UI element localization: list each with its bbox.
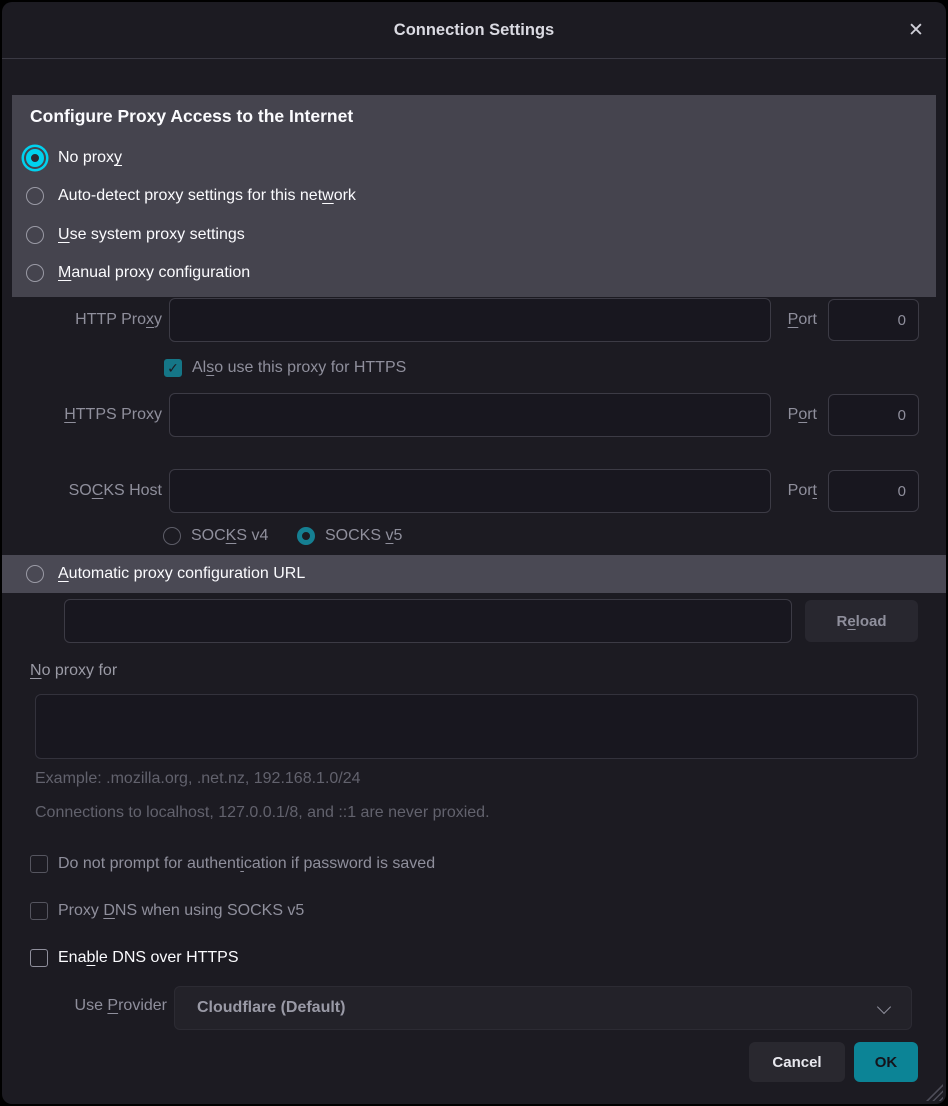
dialog-titlebar: Connection Settings ✕	[2, 2, 946, 59]
checkbox-icon: ✓	[30, 949, 48, 967]
http-port-label: Port	[788, 311, 817, 329]
radio-auto-detect[interactable]: Auto-detect proxy settings for this netw…	[26, 184, 356, 208]
connection-settings-dialog: Connection Settings ✕ Configure Proxy Ac…	[2, 2, 946, 1104]
radio-selected-icon	[26, 149, 44, 167]
socks-port-input[interactable]	[828, 470, 919, 512]
checkbox-icon: ✓	[30, 902, 48, 920]
no-proxy-for-textarea[interactable]	[35, 694, 918, 759]
use-provider-label: Use Provider	[30, 997, 167, 1015]
checkbox-no-prompt-auth[interactable]: ✓ Do not prompt for authentication if pa…	[30, 852, 435, 876]
radio-icon	[26, 264, 44, 282]
radio-auto-url-label: Automatic proxy configuration URL	[58, 565, 305, 583]
socks-host-row: SOCKS Host Port	[30, 469, 919, 513]
https-proxy-row: HTTPS Proxy Port	[30, 393, 919, 437]
checkbox-proxy-dns-label: Proxy DNS when using SOCKS v5	[58, 902, 304, 920]
radio-icon	[26, 187, 44, 205]
socks-host-input[interactable]	[169, 469, 771, 513]
ok-button[interactable]: OK	[854, 1042, 918, 1082]
checkbox-proxy-dns[interactable]: ✓ Proxy DNS when using SOCKS v5	[30, 899, 304, 923]
radio-manual-label: Manual proxy configuration	[58, 264, 250, 282]
http-port-input[interactable]	[828, 299, 919, 341]
no-proxy-example-text: Example: .mozilla.org, .net.nz, 192.168.…	[35, 770, 361, 788]
provider-selected-value: Cloudflare (Default)	[197, 999, 345, 1017]
close-icon[interactable]: ✕	[902, 16, 930, 44]
radio-auto-detect-label: Auto-detect proxy settings for this netw…	[58, 187, 356, 205]
radio-socks-v4-label[interactable]: SOCKS v4	[191, 527, 271, 545]
cancel-button[interactable]: Cancel	[749, 1042, 845, 1082]
https-port-input[interactable]	[828, 394, 919, 436]
radio-manual[interactable]: Manual proxy configuration	[26, 261, 250, 285]
proxy-mode-panel: Configure Proxy Access to the Internet N…	[12, 95, 936, 297]
checkbox-enable-doh[interactable]: ✓ Enable DNS over HTTPS	[30, 946, 239, 970]
radio-selected-icon[interactable]	[297, 527, 315, 545]
checkbox-also-https[interactable]: ✓ Also use this proxy for HTTPS	[164, 356, 406, 380]
resize-grip[interactable]	[926, 1084, 943, 1101]
checkbox-no-prompt-auth-label: Do not prompt for authentication if pass…	[58, 855, 435, 873]
radio-icon	[26, 226, 44, 244]
https-port-label: Port	[788, 406, 817, 424]
http-proxy-label: HTTP Proxy	[30, 311, 162, 329]
checkbox-enable-doh-label: Enable DNS over HTTPS	[58, 949, 239, 967]
auto-proxy-band: Automatic proxy configuration URL	[2, 555, 946, 593]
socks-version-row: SOCKS v4 SOCKS v5	[163, 524, 402, 548]
radio-icon[interactable]	[163, 527, 181, 545]
radio-icon	[26, 565, 44, 583]
dialog-title: Connection Settings	[2, 2, 946, 58]
auto-url-input[interactable]	[64, 599, 792, 643]
radio-auto-url[interactable]: Automatic proxy configuration URL	[26, 562, 305, 586]
https-proxy-input[interactable]	[169, 393, 771, 437]
section-heading: Configure Proxy Access to the Internet	[30, 106, 353, 127]
socks-host-label: SOCKS Host	[30, 482, 162, 500]
http-proxy-row: HTTP Proxy Port	[30, 298, 919, 342]
checkbox-also-https-label: Also use this proxy for HTTPS	[192, 359, 406, 377]
radio-use-system-label: Use system proxy settings	[58, 226, 245, 244]
reload-button[interactable]: Reload	[805, 600, 918, 642]
radio-no-proxy[interactable]: No proxy	[26, 146, 122, 170]
radio-socks-v5-label[interactable]: SOCKS v5	[325, 527, 402, 545]
no-proxy-for-label: No proxy for	[30, 662, 117, 680]
checkbox-icon: ✓	[30, 855, 48, 873]
chevron-down-icon	[877, 1000, 891, 1014]
radio-no-proxy-label: No proxy	[58, 149, 122, 167]
https-proxy-label: HTTPS Proxy	[30, 406, 162, 424]
http-proxy-input[interactable]	[169, 298, 771, 342]
radio-use-system[interactable]: Use system proxy settings	[26, 223, 245, 247]
socks-port-label: Port	[788, 482, 817, 500]
localhost-note-text: Connections to localhost, 127.0.0.1/8, a…	[35, 804, 490, 822]
checkbox-checked-icon: ✓	[164, 359, 182, 377]
provider-dropdown[interactable]: Cloudflare (Default)	[174, 986, 912, 1030]
